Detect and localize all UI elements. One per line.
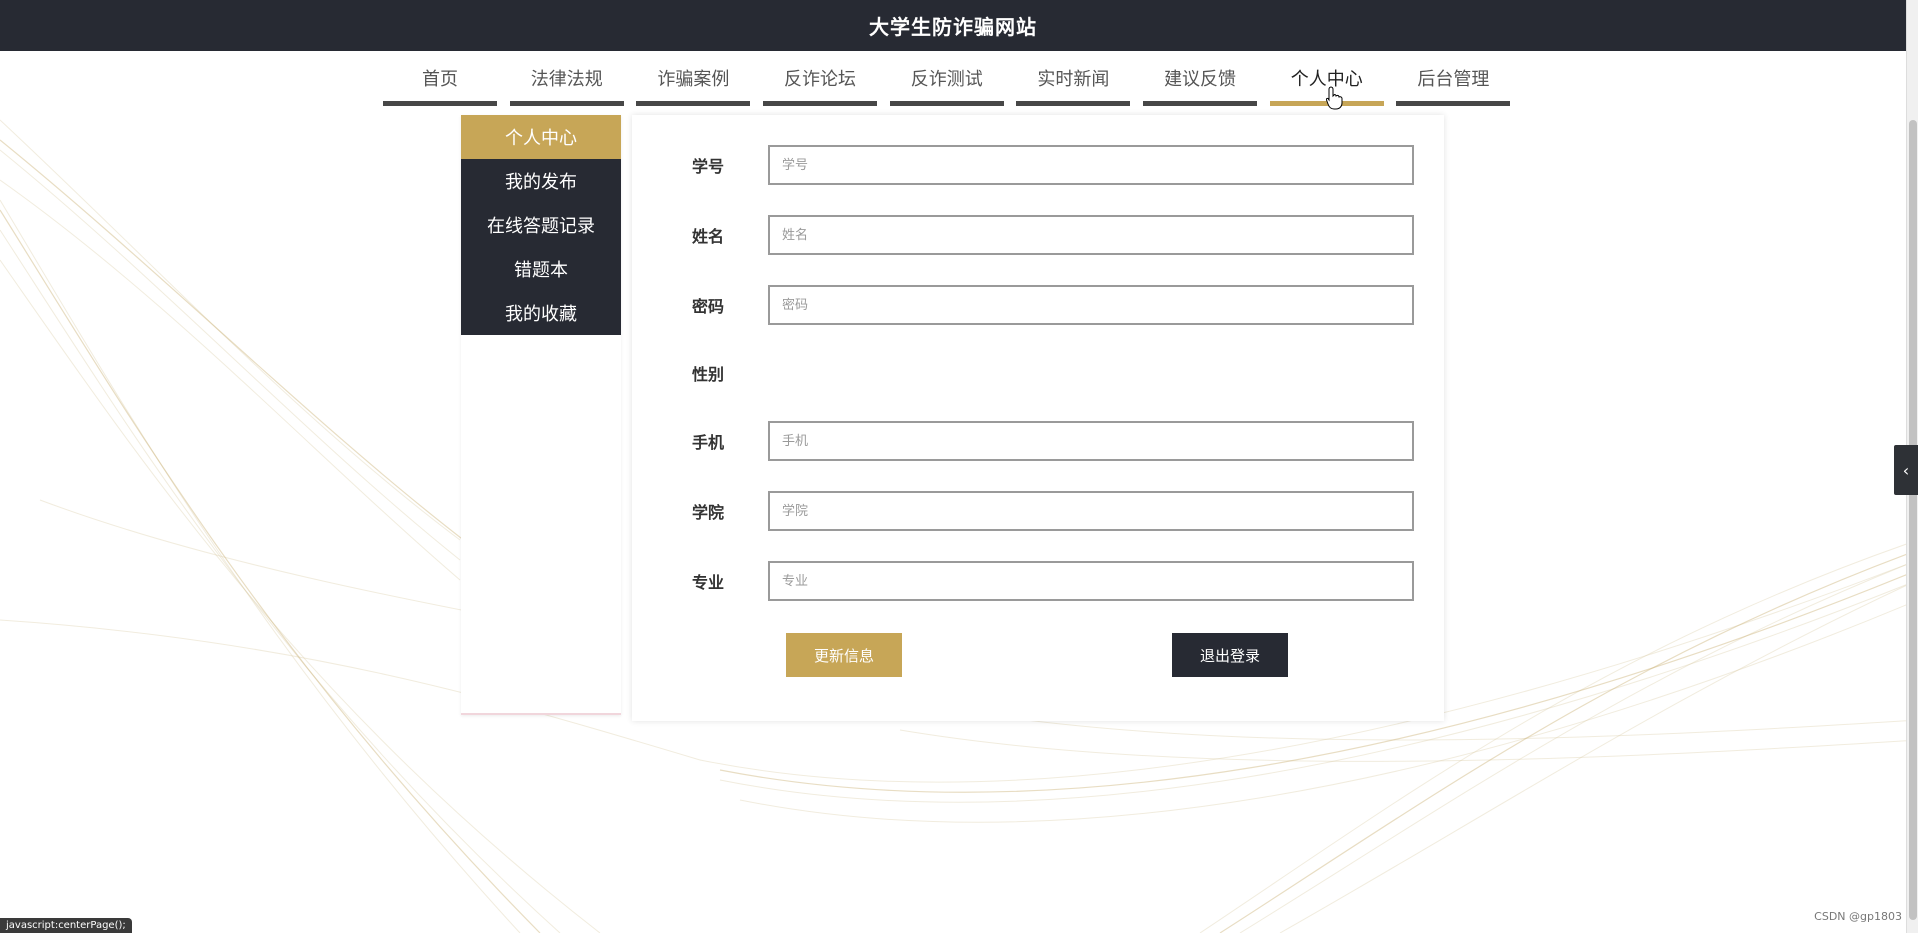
browser-status-bar: javascript:centerPage(); [0, 918, 132, 933]
form-row-phone: 手机 [632, 421, 1444, 461]
phone-label: 手机 [692, 433, 725, 452]
name-label: 姓名 [692, 227, 725, 246]
nav-item-test[interactable]: 反诈测试 [889, 51, 1004, 106]
watermark: CSDN @gp1803 [1814, 910, 1902, 923]
college-input[interactable] [768, 491, 1414, 531]
major-label: 专业 [692, 573, 725, 592]
chevron-left-icon: ‹ [1902, 460, 1910, 480]
form-row-student-id: 学号 [632, 145, 1444, 185]
side-item-quiz-records[interactable]: 在线答题记录 [461, 203, 621, 247]
logout-button[interactable]: 退出登录 [1172, 633, 1288, 677]
update-info-button[interactable]: 更新信息 [786, 633, 902, 677]
password-label: 密码 [692, 297, 725, 316]
collapse-tab[interactable]: ‹ [1894, 445, 1918, 495]
side-item-favorites[interactable]: 我的收藏 [461, 291, 621, 335]
major-input[interactable] [768, 561, 1414, 601]
college-label: 学院 [692, 503, 725, 522]
side-item-personal-center[interactable]: 个人中心 [461, 115, 621, 159]
main-nav: 首页 法律法规 诈骗案例 反诈论坛 反诈测试 实时新闻 建议反馈 个人中心 后台… [383, 51, 1523, 107]
nav-item-feedback[interactable]: 建议反馈 [1143, 51, 1258, 106]
hand-cursor-icon [1326, 86, 1343, 110]
nav-item-laws[interactable]: 法律法规 [509, 51, 624, 106]
password-input[interactable] [768, 285, 1414, 325]
form-row-gender: 性别 [632, 353, 1444, 393]
side-item-wrong-answers[interactable]: 错题本 [461, 247, 621, 291]
form-row-name: 姓名 [632, 215, 1444, 255]
nav-item-fraud-cases[interactable]: 诈骗案例 [636, 51, 751, 106]
phone-input[interactable] [768, 421, 1414, 461]
student-id-label: 学号 [692, 157, 725, 176]
side-panel: 个人中心 我的发布 在线答题记录 错题本 我的收藏 [461, 115, 621, 715]
site-header: 大学生防诈骗网站 [0, 0, 1906, 51]
scrollbar-thumb[interactable] [1909, 120, 1917, 920]
form-row-college: 学院 [632, 491, 1444, 531]
form-row-major: 专业 [632, 561, 1444, 601]
nav-item-home[interactable]: 首页 [383, 51, 498, 106]
name-input[interactable] [768, 215, 1414, 255]
profile-form: 学号 姓名 密码 性别 手机 学院 专业 更新信息 退出登录 [632, 115, 1444, 721]
side-menu: 个人中心 我的发布 在线答题记录 错题本 我的收藏 [461, 115, 621, 335]
form-row-password: 密码 [632, 285, 1444, 325]
nav-item-news[interactable]: 实时新闻 [1016, 51, 1131, 106]
gender-label: 性别 [692, 365, 725, 384]
student-id-input[interactable] [768, 145, 1414, 185]
nav-item-forum[interactable]: 反诈论坛 [763, 51, 878, 106]
site-title: 大学生防诈骗网站 [869, 15, 1037, 39]
side-item-my-posts[interactable]: 我的发布 [461, 159, 621, 203]
nav-item-admin[interactable]: 后台管理 [1396, 51, 1511, 106]
